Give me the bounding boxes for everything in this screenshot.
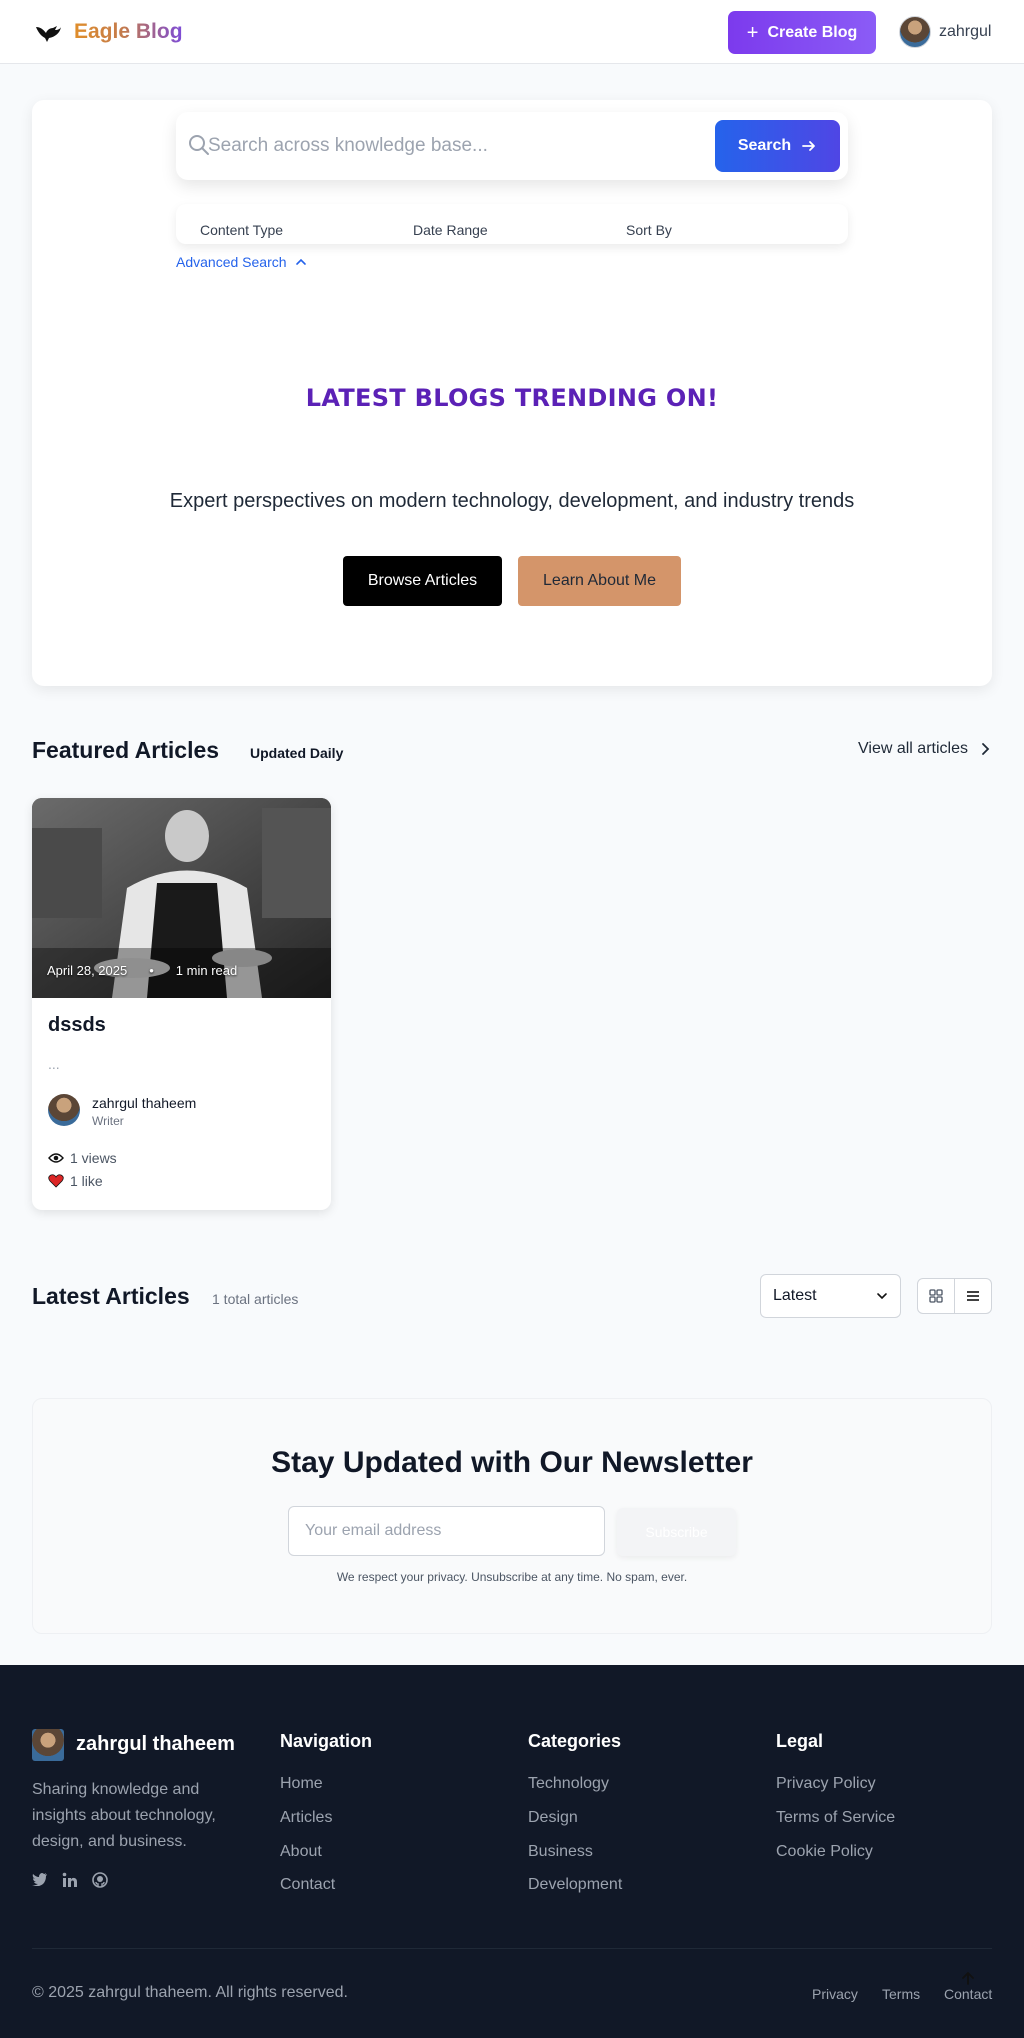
linkedin-icon[interactable] [62, 1872, 78, 1888]
bottom-link-contact[interactable]: Contact [944, 1986, 992, 2002]
view-all-label: View all articles [858, 740, 968, 757]
heart-icon [48, 1174, 64, 1188]
footer-divider [32, 1948, 992, 1949]
footer-link-design[interactable]: Design [528, 1809, 578, 1827]
search-input[interactable] [208, 126, 708, 166]
advanced-search-toggle[interactable]: Advanced Search [176, 254, 307, 270]
footer-link-cookie-policy[interactable]: Cookie Policy [776, 1843, 873, 1861]
filter-sort-by[interactable]: Sort By [626, 222, 672, 238]
twitter-icon[interactable] [32, 1872, 48, 1886]
footer-link-about[interactable]: About [280, 1843, 322, 1861]
chevron-right-icon [982, 743, 990, 755]
article-title[interactable]: dssds [48, 1014, 106, 1037]
eye-icon [48, 1153, 64, 1163]
bottom-link-terms[interactable]: Terms [882, 1986, 920, 2002]
list-view-icon [967, 1291, 979, 1301]
views-label: 1 views [70, 1150, 117, 1166]
footer-link-privacy-policy[interactable]: Privacy Policy [776, 1775, 876, 1793]
likes-label: 1 like [70, 1173, 103, 1189]
newsletter-title: Stay Updated with Our Newsletter [271, 1446, 753, 1479]
chevron-down-icon [877, 1293, 887, 1300]
arrow-right-icon [802, 141, 816, 151]
user-menu[interactable]: zahrgul [899, 16, 991, 48]
footer-brand-name: zahrgul thaheem [76, 1733, 235, 1755]
site-header: Eagle Blog + Create Blog zahrgul [0, 0, 1024, 64]
article-card[interactable]: April 28, 2025 • 1 min read dssds ... za… [32, 798, 331, 1210]
newsletter-privacy-note: We respect your privacy. Unsubscribe at … [336, 1570, 688, 1584]
search-button[interactable]: Search [715, 120, 840, 172]
avatar [899, 16, 931, 48]
footer-link-articles[interactable]: Articles [280, 1809, 332, 1827]
arrow-up-icon[interactable] [960, 1970, 976, 1986]
sort-select[interactable]: Latest [760, 1274, 901, 1318]
create-blog-button[interactable]: + Create Blog [728, 11, 876, 54]
logo[interactable]: Eagle Blog [34, 18, 183, 46]
search-bar: Search [176, 112, 848, 180]
footer-link-business[interactable]: Business [528, 1843, 593, 1861]
search-filters: Content Type Date Range Sort By [176, 204, 848, 244]
footer-nav-title: Navigation [280, 1731, 373, 1751]
total-articles-count: 1 total articles [212, 1291, 299, 1307]
author-role: Writer [92, 1114, 124, 1128]
trending-title: LATEST BLOGS TRENDING ON! [305, 384, 719, 412]
footer-link-contact[interactable]: Contact [280, 1876, 335, 1894]
footer-description: Sharing knowledge and insights about tec… [32, 1781, 216, 1850]
article-read-time: 1 min read [175, 963, 238, 978]
meta-separator: • [149, 963, 154, 978]
logo-text: Eagle Blog [74, 20, 183, 43]
likes-count[interactable]: 1 like [48, 1173, 103, 1189]
footer-link-home[interactable]: Home [280, 1775, 323, 1793]
copyright-text: © 2025 zahrgul thaheem. All rights reser… [32, 1984, 348, 2001]
featured-title: Featured Articles [32, 737, 220, 763]
grid-view-button[interactable] [918, 1279, 954, 1313]
sort-value: Latest [773, 1287, 817, 1304]
search-icon [189, 135, 209, 155]
footer-link-technology[interactable]: Technology [528, 1775, 609, 1793]
bottom-link-privacy[interactable]: Privacy [812, 1986, 858, 2002]
hero-subtitle: Expert perspectives on modern technology… [169, 490, 855, 512]
list-view-button[interactable] [954, 1279, 991, 1313]
grid-view-icon [929, 1289, 943, 1303]
eagle-logo-icon [36, 26, 61, 42]
article-meta: April 28, 2025 • 1 min read [47, 963, 237, 978]
updated-daily-badge: Updated Daily [250, 745, 344, 761]
create-blog-label: Create Blog [767, 23, 858, 41]
chevron-up-icon [295, 258, 306, 265]
footer-link-terms-of-service[interactable]: Terms of Service [776, 1809, 895, 1827]
view-all-articles-link[interactable]: View all articles [858, 740, 990, 758]
article-excerpt: ... [48, 1056, 60, 1072]
learn-about-me-button[interactable]: Learn About Me [518, 556, 681, 606]
newsletter-email-input[interactable] [288, 1506, 605, 1556]
social-links [32, 1872, 108, 1888]
footer-categories-title: Categories [528, 1731, 622, 1751]
footer-link-development[interactable]: Development [528, 1876, 622, 1894]
article-date: April 28, 2025 [47, 963, 128, 978]
user-name: zahrgul [939, 23, 992, 40]
plus-icon: + [746, 21, 759, 44]
footer-avatar [32, 1729, 64, 1761]
advanced-search-label: Advanced Search [176, 254, 287, 270]
subscribe-button[interactable]: Subscribe [617, 1508, 736, 1556]
footer-legal-title: Legal [776, 1731, 824, 1751]
search-button-label: Search [737, 137, 792, 154]
browse-articles-button[interactable]: Browse Articles [343, 556, 502, 606]
author-name: zahrgul thaheem [92, 1095, 197, 1111]
filter-date-range[interactable]: Date Range [413, 222, 488, 238]
views-count: 1 views [48, 1150, 117, 1166]
filter-content-type[interactable]: Content Type [200, 222, 283, 238]
latest-title: Latest Articles [32, 1283, 190, 1309]
view-toggle [917, 1278, 992, 1314]
github-icon[interactable] [92, 1872, 108, 1888]
author-avatar [48, 1094, 80, 1126]
